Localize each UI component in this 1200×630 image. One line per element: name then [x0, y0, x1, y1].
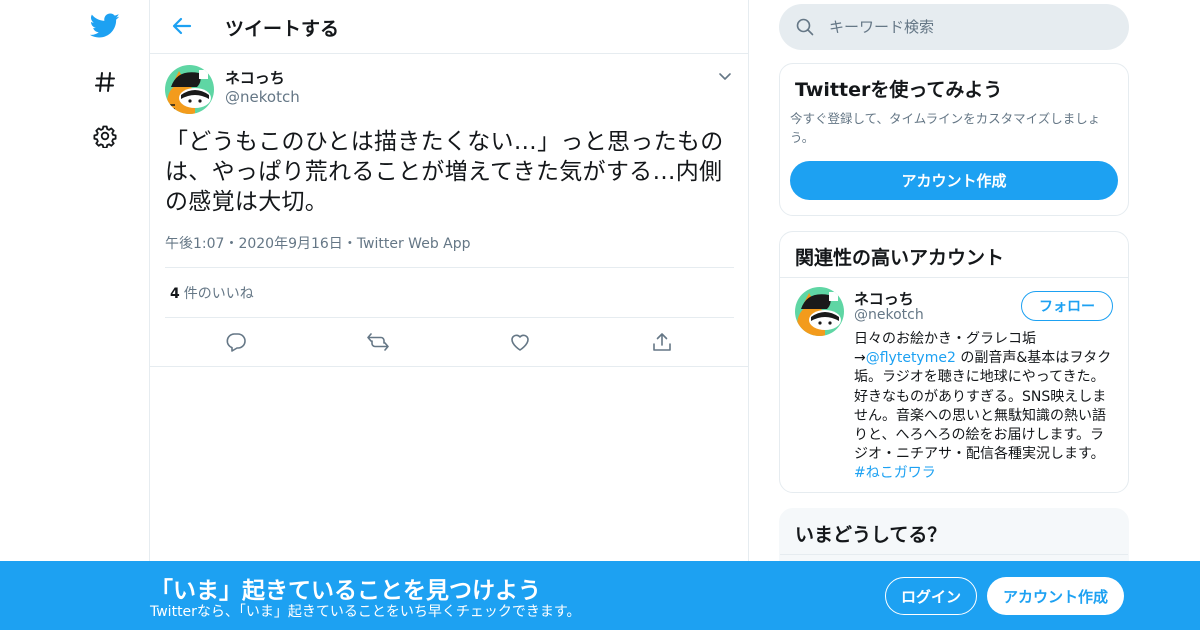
meta-separator: ・ [224, 236, 239, 252]
tweet-source: Twitter Web App [356, 236, 471, 252]
signup-card-title: Twitterを使ってみよう [795, 79, 1003, 101]
tweet-meta: 午後1:07・2020年9月16日・Twitter Web App [165, 233, 471, 253]
heart-icon[interactable] [508, 330, 532, 354]
author-handle[interactable]: @nekotch [225, 88, 300, 106]
search-box [779, 4, 1129, 50]
login-button[interactable]: ログイン [885, 577, 977, 615]
signup-card-description: 今すぐ登録して、タイムラインをカスタマイズしましょう。 [790, 111, 1101, 145]
hashtag-icon[interactable] [88, 65, 122, 99]
tweet: ネコっち @nekotch 「どうもこのひとは描きたくない…」っと思ったものは、… [150, 54, 748, 367]
chevron-down-icon[interactable] [716, 68, 734, 86]
twitter-bird-icon[interactable] [88, 9, 122, 43]
bio-text: の副音声&基本はヲタク垢。ラジオを聴きに地球にやってきた。好きなものがありすぎる… [854, 350, 1112, 463]
related-accounts-card: 関連性の高いアカウント ネコっち @nekotch フォロー 日々のお絵かき・グ… [779, 231, 1129, 493]
likes-count[interactable]: 4 件のいいね [170, 283, 254, 303]
left-nav [0, 0, 150, 630]
likes-number: 4 [170, 286, 180, 302]
bio-hashtag-link[interactable]: #ねこガワラ [854, 465, 936, 481]
page: ツイートする ネコっち @nekotch 「どうもこのひとは描きたくない…」っと… [0, 0, 1200, 630]
divider [780, 554, 1128, 555]
signup-banner: 「いま」起きていることを見つけよう Twitterなら、「いま」起きていることを… [0, 561, 1200, 630]
create-account-button[interactable]: アカウント作成 [790, 161, 1118, 200]
related-account-handle[interactable]: @nekotch [854, 307, 924, 323]
divider [165, 267, 734, 268]
tweet-time[interactable]: 午後1:07 [165, 236, 224, 252]
follow-button[interactable]: フォロー [1021, 291, 1113, 321]
main-column: ツイートする ネコっち @nekotch 「どうもこのひとは描きたくない…」っと… [149, 0, 749, 630]
search-icon [795, 17, 815, 37]
divider [780, 277, 1128, 278]
reply-icon[interactable] [224, 330, 248, 354]
retweet-icon[interactable] [366, 330, 390, 354]
page-title: ツイートする [225, 18, 340, 40]
tweet-date[interactable]: 2020年9月16日 [238, 236, 342, 252]
banner-subtitle: Twitterなら、「いま」起きていることをいち早くチェックできます。 [150, 604, 581, 620]
related-account-name[interactable]: ネコっち [854, 288, 914, 309]
banner-create-account-button[interactable]: アカウント作成 [987, 577, 1124, 615]
avatar[interactable] [165, 65, 214, 114]
trends-title: いまどうしてる？ [795, 524, 947, 546]
avatar[interactable] [795, 287, 844, 336]
signup-card: Twitterを使ってみよう 今すぐ登録して、タイムラインをカスタマイズしましょ… [779, 63, 1129, 216]
tweet-actions [150, 330, 750, 354]
page-header: ツイートする [150, 0, 748, 54]
back-arrow-icon[interactable] [168, 12, 196, 40]
search-input[interactable] [829, 14, 1109, 40]
related-account-bio: 日々のお絵かき・グラレコ垢→@flytetyme2 の副音声&基本はヲタク垢。ラ… [854, 330, 1116, 484]
related-accounts-title: 関連性の高いアカウント [795, 247, 1005, 269]
bio-mention-link[interactable]: @flytetyme2 [866, 350, 956, 366]
settings-gear-icon[interactable] [88, 119, 122, 153]
likes-label: 件のいいね [183, 286, 254, 302]
tweet-text: 「どうもこのひとは描きたくない…」っと思ったものは、やっぱり荒れることが増えてき… [165, 129, 724, 215]
share-icon[interactable] [650, 330, 674, 354]
banner-title: 「いま」起きていることを見つけよう [150, 578, 541, 604]
meta-separator: ・ [342, 236, 357, 252]
author-name[interactable]: ネコっち [225, 67, 285, 88]
divider [165, 317, 734, 318]
